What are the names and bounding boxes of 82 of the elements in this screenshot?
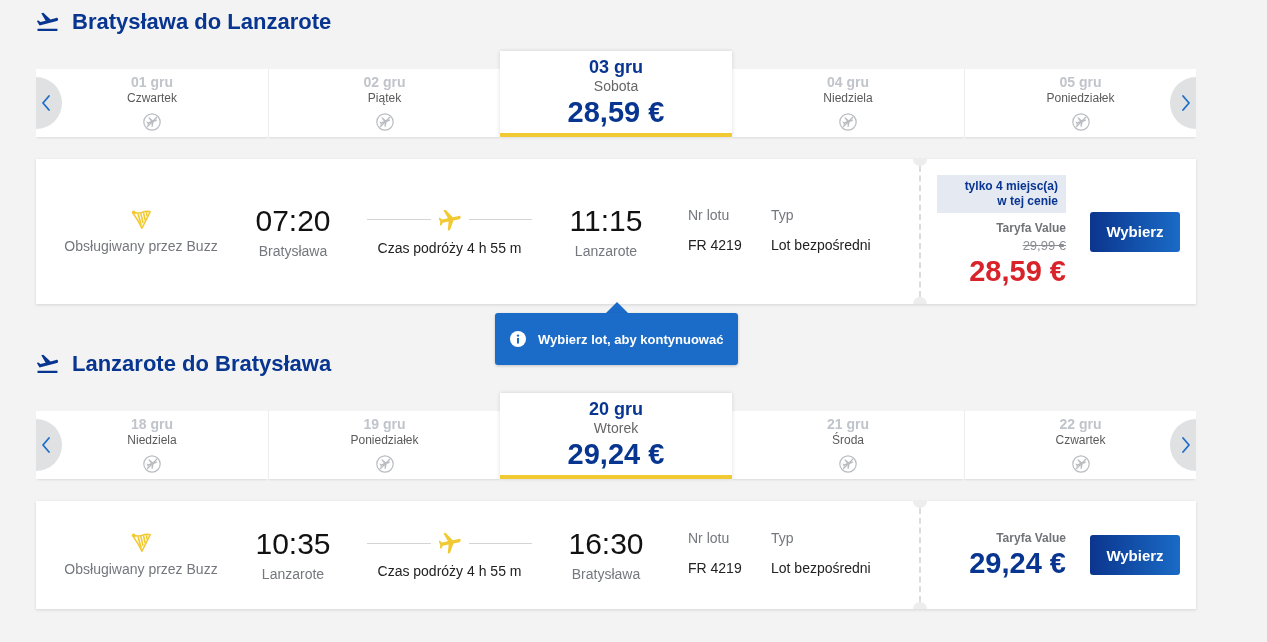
departure-time: 07:20 (255, 203, 331, 238)
flight-number-label: Nr lotu (688, 205, 730, 224)
fare-price: 29,24 € (969, 545, 1066, 580)
crossed-plane-icon (375, 113, 394, 131)
crossed-plane-icon (1071, 113, 1090, 131)
weekday-label: Niedziela (823, 90, 873, 106)
date-tab[interactable]: 04 gru Niedziela (732, 69, 964, 137)
date-label: 04 gru (827, 74, 869, 90)
plane-icon (438, 532, 461, 554)
weekday-label: Środa (832, 432, 864, 448)
weekday-label: Czwartek (1055, 432, 1106, 448)
tooltip-text: Wybierz lot, aby kontynuować (538, 331, 724, 347)
price-label: 29,24 € (567, 437, 665, 472)
weekday-label: Poniedziałek (1046, 90, 1115, 106)
weekday-label: Niedziela (127, 432, 177, 448)
date-tab[interactable]: 19 gru Poniedziałek (268, 411, 500, 479)
section-title: Bratysława do Lanzarote (72, 8, 332, 36)
fare-label: Taryfa Value (996, 530, 1066, 546)
arrival-time: 11:15 (569, 203, 643, 238)
seats-left-badge: tylko 4 miejsc(a) w tej cenie (937, 175, 1066, 213)
fare-price: 28,59 € (969, 254, 1066, 288)
departure-time: 10:35 (255, 527, 331, 561)
crossed-plane-icon (143, 455, 161, 473)
crossed-plane-icon (839, 455, 857, 473)
select-button[interactable]: Wybierz (1090, 535, 1180, 575)
price-label: 28,59 € (567, 95, 665, 130)
harp-icon (130, 532, 152, 554)
departure-city: Bratysława (258, 241, 328, 260)
flight-type-label: Typ (771, 529, 794, 547)
date-tab[interactable]: 20 gru Wtorek 29,24 € (500, 393, 732, 479)
chevron-right-icon (1181, 95, 1191, 111)
flight-type: Lot bezpośredni (771, 235, 871, 254)
old-price: 29,99 € (1022, 238, 1066, 254)
date-tab[interactable]: 18 gru Niedziela (36, 411, 268, 479)
date-label: 20 gru (589, 398, 643, 420)
date-label: 21 gru (827, 416, 869, 432)
arrival-city: Lanzarote (574, 241, 638, 260)
select-button[interactable]: Wybierz (1090, 211, 1180, 252)
date-tab[interactable]: 03 gru Sobota 28,59 € (500, 51, 732, 137)
date-tab[interactable]: 01 gru Czwartek (36, 69, 268, 137)
chevron-left-icon (41, 437, 51, 453)
operator-label: Obsługiwany przez Buzz (64, 236, 218, 255)
date-tab[interactable]: 02 gru Piątek (268, 69, 500, 137)
chevron-left-icon (41, 95, 51, 111)
flight-duration: Czas podróży 4 h 55 m (377, 562, 522, 580)
crossed-plane-icon (143, 113, 161, 131)
plane-icon (438, 208, 461, 231)
date-tab[interactable]: 21 gru Środa (732, 411, 964, 479)
date-label: 02 gru (363, 74, 406, 90)
harp-icon (130, 208, 152, 231)
date-label: 05 gru (1059, 74, 1102, 90)
info-icon (510, 331, 526, 347)
arrival-city: Bratysława (571, 565, 641, 583)
chevron-right-icon (1181, 437, 1191, 453)
date-label: 03 gru (589, 56, 643, 78)
flight-duration: Czas podróży 4 h 55 m (377, 238, 522, 257)
fare-label: Taryfa Value (996, 221, 1066, 236)
arrival-time: 16:30 (568, 527, 644, 561)
date-label: 22 gru (1059, 416, 1102, 432)
flight-type: Lot bezpośredni (771, 559, 871, 577)
operator-label: Obsługiwany przez Buzz (64, 560, 218, 578)
crossed-plane-icon (839, 113, 857, 131)
date-tab[interactable]: 22 gru Czwartek (964, 411, 1196, 479)
weekday-label: Sobota (593, 78, 639, 94)
plane-takeoff-icon (37, 354, 59, 374)
departure-city: Lanzarote (261, 565, 325, 583)
weekday-label: Piątek (367, 90, 402, 106)
weekday-label: Wtorek (593, 420, 639, 436)
crossed-plane-icon (1071, 455, 1090, 473)
weekday-label: Czwartek (127, 90, 177, 106)
date-label: 19 gru (363, 416, 406, 432)
weekday-label: Poniedziałek (350, 432, 419, 448)
plane-takeoff-icon (37, 12, 59, 32)
section-title: Lanzarote do Bratysława (72, 350, 332, 378)
date-tab[interactable]: 05 gru Poniedziałek (964, 69, 1196, 137)
date-label: 01 gru (131, 74, 173, 90)
flight-number: FR 4219 (688, 559, 742, 577)
crossed-plane-icon (375, 455, 394, 473)
flight-number: FR 4219 (688, 235, 742, 254)
flight-number-label: Nr lotu (688, 529, 730, 547)
flight-type-label: Typ (771, 205, 794, 224)
date-label: 18 gru (131, 416, 173, 432)
